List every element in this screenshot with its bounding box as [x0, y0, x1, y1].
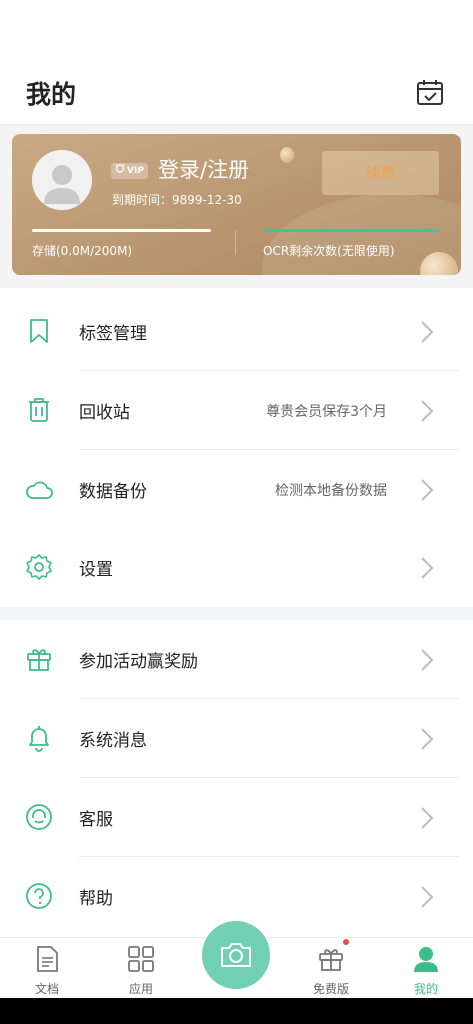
storage-bar	[32, 229, 211, 232]
apps-grid-icon	[126, 944, 156, 974]
system-nav-bar	[0, 998, 473, 1024]
chevron-right-icon	[420, 320, 434, 344]
chevron-right-icon	[420, 806, 434, 830]
menu-item-tag-management[interactable]: 标签管理	[0, 292, 473, 371]
chevron-right-icon	[420, 399, 434, 423]
nav-tab-apps[interactable]: 应用	[106, 938, 176, 998]
vip-card[interactable]: VIP 登录/注册 到期时间：9899-12-30 续费 存储(0.0M/200…	[12, 134, 461, 275]
avatar[interactable]	[32, 150, 92, 210]
menu-item-data-backup[interactable]: 数据备份 检测本地备份数据	[0, 450, 473, 529]
vip-badge-text: VIP	[127, 166, 144, 176]
storage-text: 存储(0.0M/200M)	[32, 244, 133, 258]
bell-icon	[24, 723, 54, 753]
menu-label: 数据备份	[79, 482, 147, 502]
person-icon	[411, 944, 441, 974]
chevron-right-icon	[420, 648, 434, 672]
card-divider	[235, 230, 236, 255]
header: 我的	[0, 60, 473, 124]
menu-item-customer-service[interactable]: 客服	[0, 778, 473, 857]
cloud-icon	[24, 474, 54, 504]
nav-tab-free-version[interactable]: 免费版	[296, 938, 366, 998]
nav-tab-mine[interactable]: 我的	[391, 938, 461, 998]
chevron-right-icon	[420, 478, 434, 502]
chevron-right-icon	[420, 556, 434, 580]
trash-icon	[24, 395, 54, 425]
camera-button[interactable]	[202, 921, 270, 989]
menu-label: 客服	[79, 810, 113, 830]
menu-item-recycle-bin[interactable]: 回收站 尊贵会员保存3个月	[0, 371, 473, 450]
menu-hint: 检测本地备份数据	[275, 483, 387, 499]
menu-label: 帮助	[79, 889, 113, 909]
menu-label: 设置	[79, 560, 113, 580]
renew-button[interactable]: 续费	[322, 151, 439, 195]
menu-label: 标签管理	[79, 324, 147, 344]
chevron-right-icon	[420, 727, 434, 751]
menu-label: 系统消息	[79, 731, 147, 751]
decor-bubble	[280, 147, 294, 163]
ocr-text: OCR剩余次数(无限使用)	[263, 244, 395, 258]
notification-badge	[343, 939, 349, 945]
bookmark-icon	[24, 316, 54, 346]
nav-tab-documents[interactable]: 文档	[12, 938, 82, 998]
gift-icon	[24, 644, 54, 674]
menu-item-settings[interactable]: 设置	[0, 528, 473, 607]
menu-item-system-messages[interactable]: 系统消息	[0, 699, 473, 778]
chevron-right-icon	[420, 885, 434, 909]
nav-label: 文档	[34, 982, 59, 996]
calendar-check-icon[interactable]	[415, 78, 445, 108]
crown-icon	[115, 163, 125, 179]
ocr-bar	[263, 229, 439, 232]
nav-label: 应用	[128, 982, 153, 996]
section-divider	[0, 607, 473, 620]
question-icon	[24, 881, 54, 911]
nav-label-active: 我的	[413, 982, 438, 996]
menu-item-activity-rewards[interactable]: 参加活动赢奖励	[0, 620, 473, 699]
menu-label: 参加活动赢奖励	[79, 652, 198, 672]
headset-icon	[24, 802, 54, 832]
nav-label: 免费版	[312, 982, 349, 996]
document-icon	[32, 944, 62, 974]
menu-hint: 尊贵会员保存3个月	[266, 404, 387, 420]
gear-icon	[24, 552, 54, 582]
login-register-link[interactable]: 登录/注册	[158, 154, 249, 184]
vip-badge: VIP	[111, 163, 148, 179]
page-title: 我的	[26, 80, 77, 109]
expire-date: 到期时间：9899-12-30	[112, 193, 242, 207]
gift-icon	[316, 944, 346, 974]
menu-label: 回收站	[79, 403, 130, 423]
my-page: 我的 VIP 登录/注册 到期时间：9899-12-30 续费 存储(0.0M/…	[0, 0, 473, 1024]
